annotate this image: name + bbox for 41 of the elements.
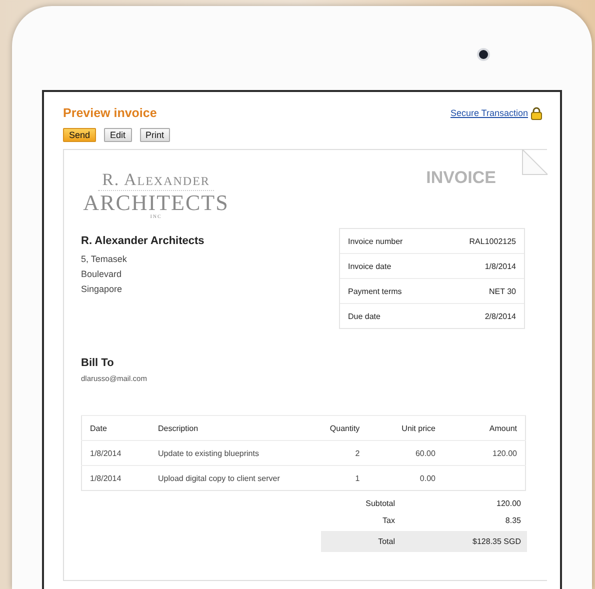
camera-icon [477,48,490,60]
total-value: 8.35 [504,516,522,526]
table-cell: 1/8/2014 [82,466,150,491]
detail-label: Due date [348,312,380,321]
company-name: R. Alexander Architects [81,235,204,248]
detail-value: RAL1002125 [469,236,516,246]
total-label: Subtotal [364,499,396,508]
secure-transaction-link[interactable]: Secure Transaction [450,108,528,118]
detail-value: NET 30 [489,286,516,296]
invoice-heading: INVOICE [426,168,496,189]
column-header: Amount [443,416,526,441]
page-title: Preview invoice [63,106,157,120]
column-header: Unit price [368,416,444,441]
table-cell: 120.00 [443,440,526,466]
total-value: 120.00 [496,499,522,508]
table-cell: 1/8/2014 [82,440,150,466]
column-header: Quantity [292,416,368,441]
toolbar-button[interactable]: Print [140,128,170,142]
table-cell: 1 [292,466,368,491]
total-value: $128.35 SGD [472,537,522,546]
total-label: Tax [382,516,396,526]
address-line: Boulevard [81,268,123,282]
bill-to-heading: Bill To [81,357,115,370]
detail-label: Invoice number [348,236,403,246]
address-line: Singapore [81,283,124,296]
address-line: 5, Temasek [81,253,128,266]
detail-value: 2/8/2014 [484,312,516,321]
total-label: Total [377,537,396,546]
padlock-icon [531,106,542,120]
column-header: Description [150,416,293,441]
detail-label: Invoice date [348,262,392,271]
column-header: Date [82,416,150,441]
table-cell: 2 [292,440,368,466]
toolbar-button[interactable]: Edit [104,128,132,142]
table-cell: Update to existing blueprints [150,440,293,466]
table-cell: 0.00 [368,466,444,491]
table-cell: Upload digital copy to client server [150,466,293,491]
table-cell: 60.00 [368,440,444,466]
send-button[interactable]: Send [63,128,96,142]
detail-label: Payment terms [348,286,402,296]
detail-value: 1/8/2014 [484,262,516,271]
